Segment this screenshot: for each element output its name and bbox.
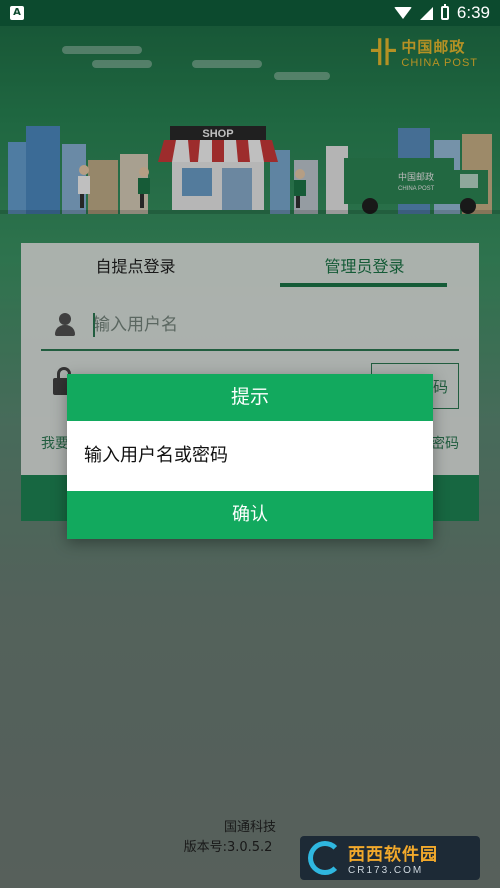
dialog-confirm-button[interactable]: 确认 <box>67 491 433 539</box>
battery-icon <box>440 4 449 20</box>
watermark-logo: 西西软件园 CR173.COM <box>300 836 480 880</box>
signal-icon <box>419 6 433 20</box>
wifi-icon <box>393 7 412 19</box>
alert-dialog: 提示 输入用户名或密码 确认 <box>67 374 433 539</box>
status-icons: 6:39 <box>393 3 490 23</box>
watermark-c-icon <box>308 841 342 875</box>
status-time: 6:39 <box>456 3 490 22</box>
watermark-cn-text: 西西软件园 <box>348 845 438 865</box>
dialog-message: 输入用户名或密码 <box>67 421 433 491</box>
notification-icon: A <box>10 6 24 20</box>
dialog-title: 提示 <box>67 374 433 421</box>
status-bar: A 6:39 <box>0 0 500 26</box>
watermark-en-text: CR173.COM <box>348 865 424 876</box>
